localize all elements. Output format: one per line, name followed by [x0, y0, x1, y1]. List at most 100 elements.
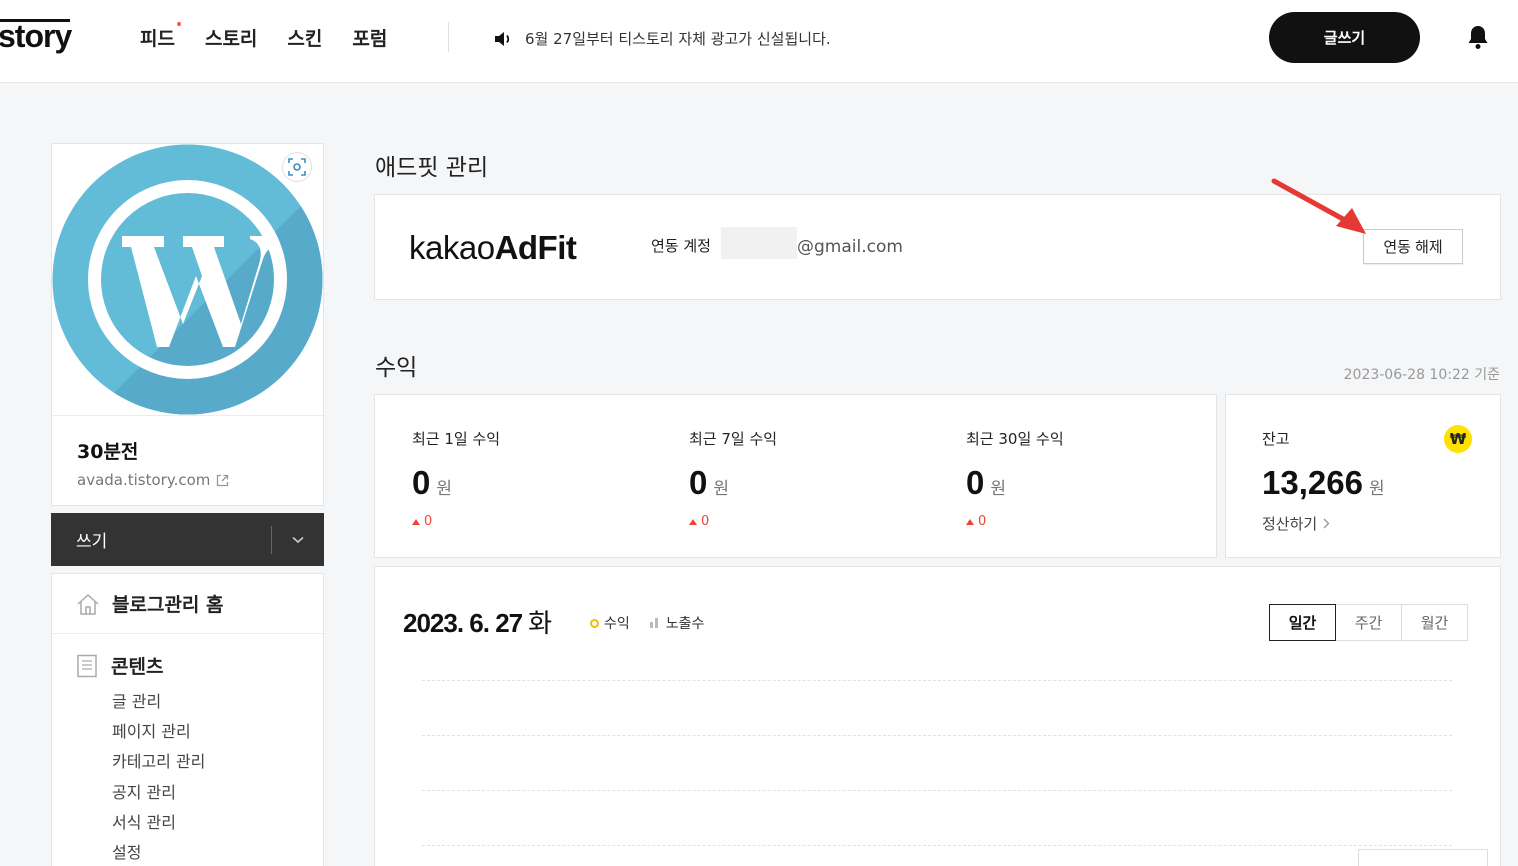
stat-unit: 원	[990, 479, 1006, 499]
linked-account-email: @gmail.com	[797, 237, 903, 257]
adfit-section-title: 애드핏 관리	[375, 155, 489, 181]
chart-gridline	[422, 680, 1452, 681]
blog-profile-card: 30분전 avada.tistory.com	[51, 143, 324, 506]
chart-tooltip-box	[1358, 849, 1488, 866]
impressions-legend-marker	[649, 618, 660, 628]
stat-value: 0 원	[412, 464, 500, 502]
blog-profile-image	[52, 144, 323, 415]
stat-delta-value: 0	[424, 514, 433, 529]
email-redaction	[721, 227, 797, 259]
admin-menu: 블로그관리 홈 콘텐츠 글 관리 페이지 관리 카테고리 관리 공지 관리 서식…	[51, 573, 324, 866]
stat-delta: 0	[966, 514, 1064, 529]
submenu-category-manage[interactable]: 카테고리 관리	[112, 747, 323, 777]
menu-home-label: 블로그관리 홈	[112, 594, 224, 616]
tab-monthly[interactable]: 월간	[1401, 604, 1468, 641]
write-dropdown-button[interactable]	[272, 513, 324, 566]
stat-number: 0	[966, 464, 985, 501]
tistory-logo[interactable]: story	[0, 18, 72, 55]
change-profile-image-button[interactable]	[282, 152, 312, 182]
up-triangle-icon	[412, 518, 420, 525]
chevron-right-icon	[1323, 518, 1330, 529]
document-icon	[77, 654, 97, 677]
adfit-logo-bold: AdFit	[494, 229, 577, 266]
revenue-summary-card: 최근 1일 수익 0 원 0 최근 7일 수익 0 원 0 최근 30일 수익 …	[374, 394, 1217, 558]
submenu-page-manage[interactable]: 페이지 관리	[112, 717, 323, 747]
adfit-logo-light: kakao	[409, 229, 495, 266]
stat-delta-value: 0	[701, 514, 710, 529]
write-post-button[interactable]: 글쓰기	[1269, 12, 1420, 63]
chart-date: 2023. 6. 27	[403, 608, 523, 638]
chart-gridline	[422, 735, 1452, 736]
external-link-icon	[217, 474, 229, 486]
stat-unit: 원	[436, 479, 452, 499]
stat-number: 0	[689, 464, 708, 501]
linked-account-label: 연동 계정	[651, 237, 711, 255]
new-dot-badge	[176, 22, 181, 26]
nav-feed-label: 피드	[140, 28, 175, 50]
submenu-post-manage[interactable]: 글 관리	[112, 687, 323, 717]
stat-label: 최근 30일 수익	[966, 430, 1064, 448]
submenu-notice-manage[interactable]: 공지 관리	[112, 778, 323, 808]
nav-divider	[448, 22, 449, 52]
revenue-timestamp: 2023-06-28 10:22 기준	[1343, 367, 1500, 383]
annotation-arrow-icon	[1271, 178, 1366, 234]
stat-unit: 원	[713, 479, 729, 499]
write-button[interactable]: 쓰기	[51, 527, 271, 552]
settle-link[interactable]: 정산하기	[1262, 513, 1385, 534]
write-menu-bar: 쓰기	[51, 513, 324, 566]
chevron-down-icon	[292, 536, 304, 543]
unlink-account-button[interactable]: 연동 해제	[1363, 229, 1463, 264]
balance-label: 잔고	[1262, 430, 1290, 448]
camera-focus-icon	[288, 158, 306, 176]
menu-blog-admin-home[interactable]: 블로그관리 홈	[52, 574, 323, 634]
chart-weekday: 화	[528, 608, 552, 638]
stat-30-days: 최근 30일 수익 0 원 0	[966, 428, 1064, 529]
notice-banner[interactable]: 6월 27일부터 티스토리 자체 광고가 신설됩니다.	[493, 28, 831, 49]
nav-forum[interactable]: 포럼	[352, 24, 387, 51]
balance-number: 13,266	[1262, 464, 1363, 501]
submenu-settings[interactable]: 설정	[112, 838, 323, 866]
stat-value: 0 원	[689, 464, 777, 502]
chart-legend: 수익 노출수	[590, 613, 704, 633]
chart-gridline	[422, 790, 1452, 791]
blog-url-link[interactable]: avada.tistory.com	[77, 471, 323, 489]
balance-value: 13,266 원	[1262, 464, 1385, 502]
stat-delta: 0	[689, 514, 777, 529]
kakao-adfit-logo: kakaoAdFit	[409, 229, 577, 267]
stat-label: 최근 1일 수익	[412, 430, 501, 448]
revenue-legend-marker	[590, 618, 599, 628]
stat-7-days: 최근 7일 수익 0 원 0	[689, 428, 777, 529]
global-nav: 피드 스토리 스킨 포럼	[140, 22, 417, 51]
submenu-template-manage[interactable]: 서식 관리	[112, 808, 323, 838]
tab-weekly[interactable]: 주간	[1335, 604, 1402, 641]
stat-number: 0	[412, 464, 431, 501]
stat-delta-value: 0	[978, 514, 987, 529]
stat-delta: 0	[412, 514, 500, 529]
tab-daily[interactable]: 일간	[1269, 604, 1336, 641]
revenue-section-title: 수익	[375, 355, 418, 381]
period-tabs: 일간 주간 월간	[1269, 604, 1468, 641]
up-triangle-icon	[966, 518, 974, 525]
nav-skin[interactable]: 스킨	[287, 24, 322, 51]
menu-content-section: 콘텐츠 글 관리 페이지 관리 카테고리 관리 공지 관리 서식 관리 설정	[52, 634, 323, 866]
balance-card: 잔고 13,266 원 정산하기 ₩	[1225, 394, 1501, 558]
wordpress-logo-icon	[52, 144, 323, 415]
speaker-icon	[495, 31, 510, 46]
notification-bell-icon[interactable]	[1466, 24, 1490, 50]
content-submenu: 글 관리 페이지 관리 카테고리 관리 공지 관리 서식 관리 설정	[112, 687, 323, 866]
home-icon	[77, 593, 99, 615]
nav-story[interactable]: 스토리	[205, 24, 257, 51]
menu-content-label: 콘텐츠	[111, 656, 164, 678]
stat-value: 0 원	[966, 464, 1064, 502]
nav-feed[interactable]: 피드	[140, 22, 181, 51]
chart-gridline	[422, 845, 1452, 846]
settle-link-label: 정산하기	[1262, 515, 1318, 533]
chart-date-title: 2023. 6. 27 화	[403, 603, 552, 640]
stat-1-day: 최근 1일 수익 0 원 0	[412, 428, 500, 529]
won-currency-icon: ₩	[1444, 425, 1472, 453]
notice-text: 6월 27일부터 티스토리 자체 광고가 신설됩니다.	[525, 30, 831, 48]
balance-stat: 잔고 13,266 원 정산하기	[1262, 428, 1385, 534]
blog-info: 30분전 avada.tistory.com	[52, 415, 323, 505]
menu-content-header[interactable]: 콘텐츠	[76, 652, 323, 679]
top-navigation-bar: story 피드 스토리 스킨 포럼 6월 27일부터 티스토리 자체 광고가 …	[0, 0, 1518, 83]
